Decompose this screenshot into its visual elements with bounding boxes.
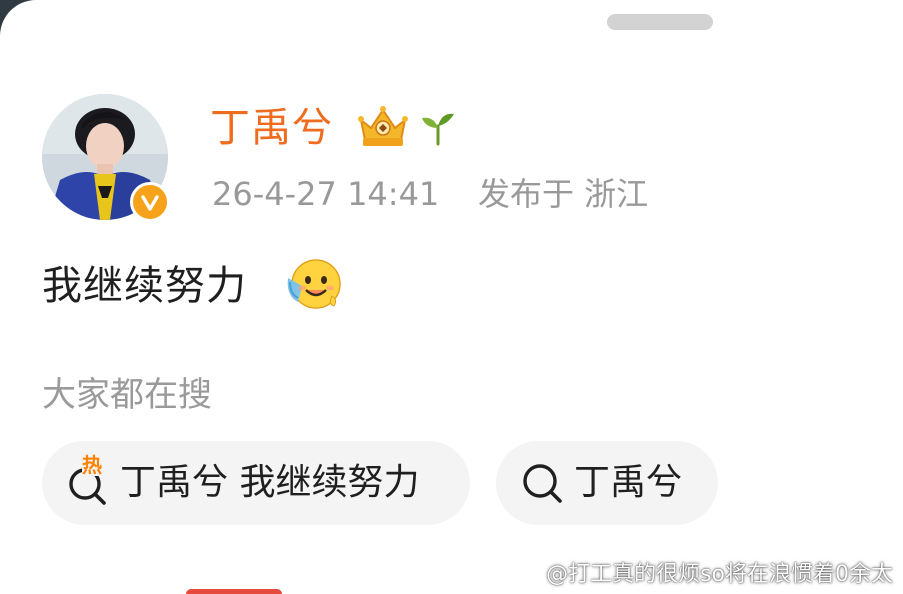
- hot-search-icon: 热: [66, 454, 112, 506]
- search-suggestion[interactable]: 丁禹兮: [496, 441, 718, 525]
- weibo-logo-icon: [512, 566, 541, 587]
- post-location: 发布于 浙江: [478, 175, 649, 213]
- weibo-watermark: @打工真的很烦so将在浪惯着0余太: [512, 560, 893, 590]
- post-content: 我继续努力: [42, 263, 247, 309]
- search-suggestion-label: 丁禹兮: [574, 462, 683, 503]
- verified-v-icon: [130, 182, 170, 222]
- author-name[interactable]: 丁禹兮: [210, 102, 333, 154]
- search-icon: [520, 460, 566, 506]
- drag-handle[interactable]: [607, 14, 713, 30]
- search-suggestion-label: 丁禹兮 我继续努力: [120, 462, 420, 503]
- hot-tag: 热: [82, 453, 102, 477]
- trending-search-label: 大家都在搜: [42, 375, 212, 415]
- crown-badge-icon[interactable]: [355, 104, 411, 150]
- bottom-tab-indicator: [186, 589, 282, 594]
- watermark-text: @打工真的很烦so将在浪惯着0余太: [546, 562, 893, 587]
- search-suggestion-hot[interactable]: 热 丁禹兮 我继续努力: [42, 441, 470, 525]
- post-timestamp: 26-4-27 14:41: [212, 175, 440, 213]
- post-detail-screen: 丁禹兮 26-4-27 14:41 发布于 浙江 我继续努力 大家都在搜 热 丁…: [0, 0, 903, 594]
- sprout-icon[interactable]: [418, 108, 458, 148]
- sweat-smile-emoji: [284, 256, 344, 312]
